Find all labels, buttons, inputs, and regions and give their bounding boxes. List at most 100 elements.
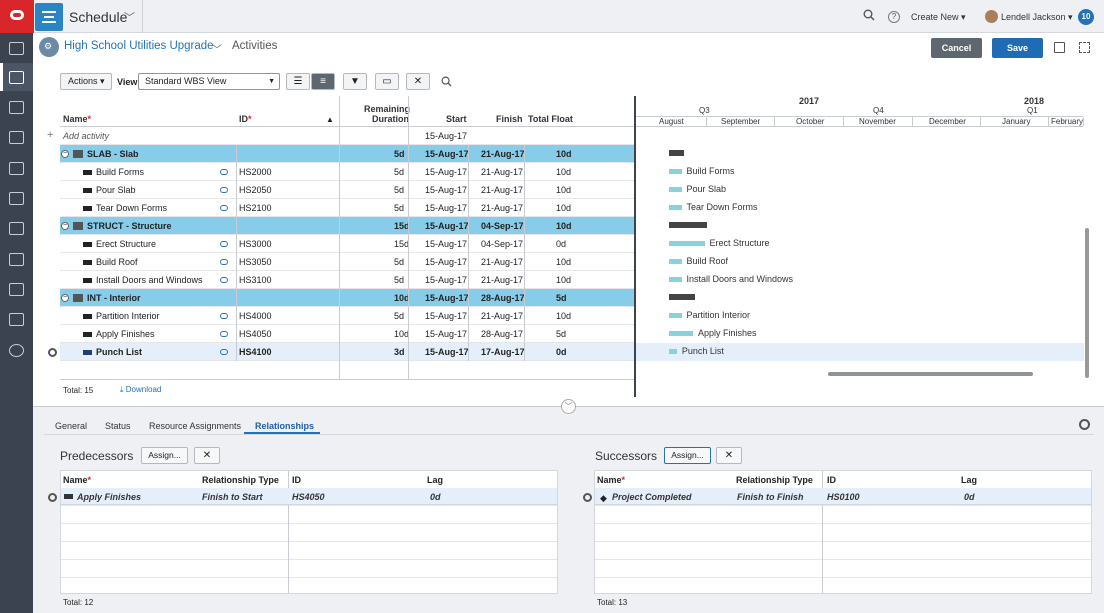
table-row[interactable]: Build Forms HS2000 5d 15-Aug-17 21-Aug-17 10d <box>60 163 635 181</box>
analytics-icon[interactable] <box>9 253 24 266</box>
col-header-name[interactable]: Name* <box>63 114 91 124</box>
create-new-menu[interactable]: Create New ▾ <box>911 12 966 23</box>
chevron-down-icon[interactable]: ﹀ <box>124 9 135 25</box>
table-row[interactable]: − STRUCT - Structure 15d 15-Aug-17 04-Sep-17… <box>60 217 635 235</box>
vertical-scrollbar[interactable] <box>1085 228 1089 378</box>
table-view-button[interactable]: ☰ <box>286 73 310 90</box>
collapse-icon[interactable]: − <box>61 150 69 158</box>
gantt-bar[interactable] <box>669 241 705 246</box>
col-header-duration[interactable]: Duration <box>372 114 409 124</box>
collapse-icon[interactable]: − <box>61 222 69 230</box>
gantt-bar[interactable] <box>669 169 682 174</box>
gear-icon[interactable] <box>1079 419 1090 430</box>
gantt-wbs-bar[interactable] <box>669 222 707 228</box>
assign-successor-button[interactable]: Assign... <box>664 447 711 464</box>
row-settings-icon[interactable] <box>48 348 57 357</box>
gantt-wbs-bar[interactable] <box>669 294 695 300</box>
actions-menu[interactable]: Actions ▾ <box>60 73 112 90</box>
row-settings-icon[interactable] <box>583 493 592 502</box>
tasks-icon[interactable] <box>9 283 24 296</box>
add-icon[interactable]: + <box>47 129 53 141</box>
gantt-bar[interactable] <box>669 205 682 210</box>
col-header-remaining[interactable]: Remaining <box>364 104 410 114</box>
pred-col-type[interactable]: Relationship Type <box>202 475 279 485</box>
row-settings-icon[interactable] <box>48 493 57 502</box>
comment-icon[interactable] <box>220 169 228 175</box>
project-name[interactable]: High School Utilities Upgrade <box>64 40 214 52</box>
col-header-total-float[interactable]: Total Float <box>528 114 573 124</box>
share-icon[interactable] <box>1054 42 1065 53</box>
table-row[interactable]: Punch List HS4100 3d 15-Aug-17 17-Aug-17 0d <box>60 343 635 361</box>
view-select[interactable]: Standard WBS View <box>138 73 280 90</box>
gantt-bar[interactable] <box>669 277 682 282</box>
gantt-bar[interactable] <box>669 331 693 336</box>
collapse-icon[interactable]: − <box>61 294 69 302</box>
oracle-logo-icon[interactable] <box>0 0 34 33</box>
tab-status[interactable]: Status <box>105 421 131 431</box>
search-icon[interactable] <box>441 76 452 87</box>
table-row[interactable]: Tear Down Forms HS2100 5d 15-Aug-17 21-Aug-1… <box>60 199 635 217</box>
comment-icon[interactable] <box>220 259 228 265</box>
wrench-icon[interactable]: ✕ <box>716 447 742 464</box>
save-button[interactable]: Save <box>992 38 1043 58</box>
horizontal-scrollbar[interactable] <box>828 372 1033 376</box>
settings-icon[interactable] <box>9 344 24 357</box>
table-row[interactable]: Pour Slab HS2050 5d 15-Aug-17 21-Aug-17 10d <box>60 181 635 199</box>
gantt-bar[interactable] <box>669 187 682 192</box>
gantt-bar[interactable] <box>669 259 682 264</box>
col-header-finish[interactable]: Finish <box>496 114 523 124</box>
table-row[interactable]: Build Roof HS3050 5d 15-Aug-17 21-Aug-17 10d <box>60 253 635 271</box>
wrench-icon[interactable]: ✕ <box>194 447 220 464</box>
comment-icon[interactable] <box>220 277 228 283</box>
portfolio-icon[interactable] <box>9 162 24 175</box>
tab-relationships[interactable]: Relationships <box>255 421 314 431</box>
notification-badge[interactable]: 10 <box>1078 9 1094 25</box>
succ-col-id[interactable]: ID <box>827 475 836 485</box>
tab-resource-assignments[interactable]: Resource Assignments <box>149 421 241 431</box>
gantt-view-button[interactable]: ≡ <box>311 73 335 90</box>
avatar[interactable] <box>985 10 998 23</box>
succ-col-type[interactable]: Relationship Type <box>736 475 813 485</box>
sort-asc-icon[interactable]: ▲ <box>326 115 334 124</box>
table-row[interactable]: Partition Interior HS4000 5d 15-Aug-17 21-Au… <box>60 307 635 325</box>
gantt-bar[interactable] <box>669 313 682 318</box>
gantt-wbs-bar[interactable] <box>669 150 684 156</box>
table-row[interactable]: Install Doors and Windows HS3100 5d 15-Aug-… <box>60 271 635 289</box>
tools-button[interactable]: ✕ <box>406 73 430 90</box>
table-row[interactable]: − SLAB - Slab 5d 15-Aug-17 21-Aug-17 10d <box>60 145 635 163</box>
col-header-id[interactable]: ID* <box>239 114 252 124</box>
table-row[interactable]: Erect Structure HS3000 15d 15-Aug-17 04-Sep-… <box>60 235 635 253</box>
table-row[interactable]: − INT - Interior 10d 15-Aug-17 28-Aug-17 5d <box>60 289 635 307</box>
col-header-start[interactable]: Start <box>446 114 467 124</box>
chevron-down-icon[interactable]: ﹀ <box>212 41 222 56</box>
download-link[interactable]: ⤓ Download <box>120 385 161 395</box>
notes-icon[interactable] <box>9 313 24 326</box>
cost-icon[interactable] <box>9 192 24 205</box>
assign-predecessor-button[interactable]: Assign... <box>141 447 188 464</box>
reports-icon[interactable] <box>9 101 24 114</box>
comment-icon[interactable] <box>220 187 228 193</box>
table-row[interactable]: Apply Finishes HS4050 10d 15-Aug-17 28-Aug-1… <box>60 325 635 343</box>
comment-icon[interactable] <box>220 241 228 247</box>
comment-icon[interactable] <box>220 205 228 211</box>
comment-icon[interactable] <box>220 331 228 337</box>
pred-col-id[interactable]: ID <box>292 475 301 485</box>
add-activity-row[interactable]: + Add activity 15-Aug-17 <box>47 127 635 145</box>
documents-icon[interactable] <box>9 222 24 235</box>
comment-icon[interactable] <box>220 313 228 319</box>
schedule-icon[interactable] <box>9 71 24 84</box>
fullscreen-icon[interactable] <box>1079 42 1090 53</box>
user-menu[interactable]: Lendell Jackson ▾ <box>1001 12 1073 23</box>
help-icon[interactable]: ? <box>888 11 900 23</box>
dashboard-icon[interactable] <box>9 42 24 55</box>
resources-icon[interactable] <box>9 131 24 144</box>
print-button[interactable]: ▭ <box>375 73 399 90</box>
tab-general[interactable]: General <box>55 421 87 431</box>
search-icon[interactable] <box>863 9 875 21</box>
pred-col-lag[interactable]: Lag <box>427 475 443 485</box>
cancel-button[interactable]: Cancel <box>931 38 982 58</box>
collapse-panel-icon[interactable]: ﹀ <box>561 399 576 414</box>
filter-button[interactable]: ▼ <box>343 73 367 90</box>
gantt-bar[interactable] <box>669 349 677 354</box>
comment-icon[interactable] <box>220 349 228 355</box>
